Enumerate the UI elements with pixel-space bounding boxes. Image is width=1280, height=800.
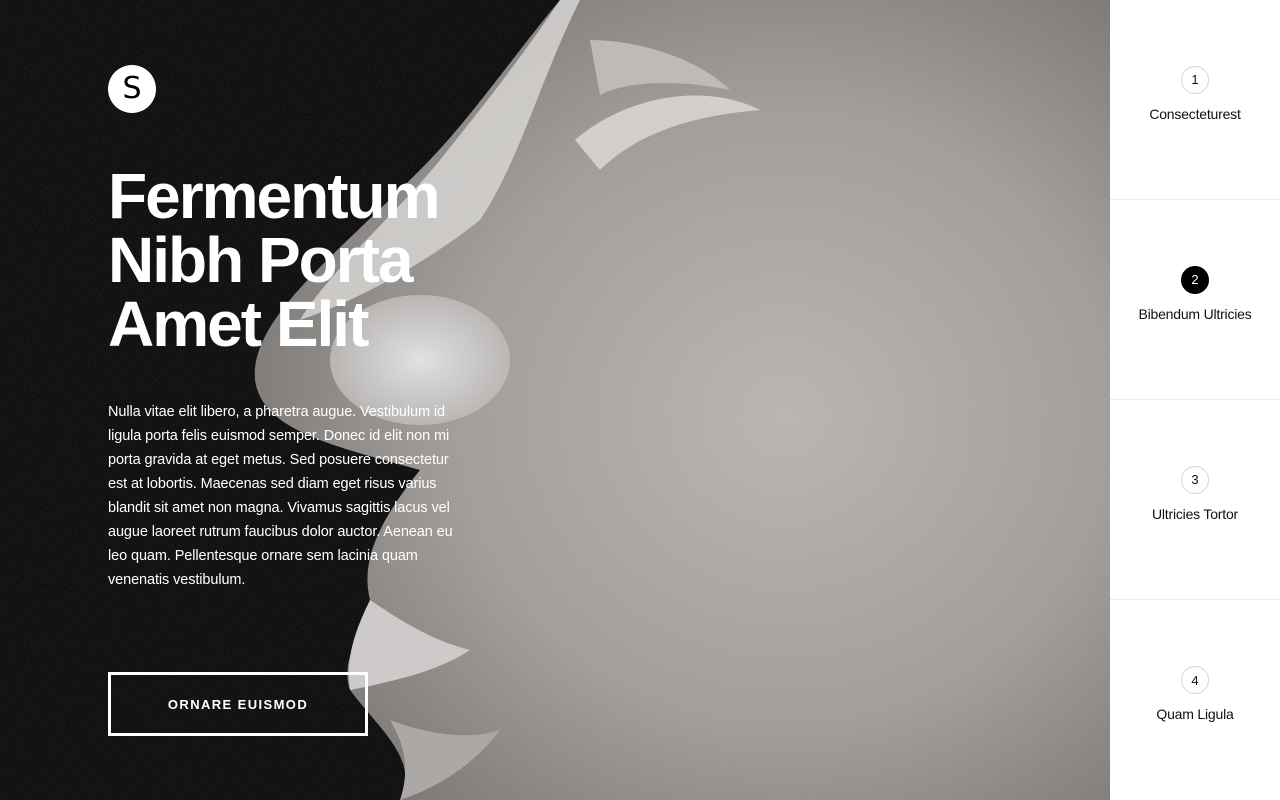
- step-item-2[interactable]: 2 Bibendum Ultricies: [1110, 200, 1280, 400]
- logo-letter: S: [122, 71, 142, 106]
- headline-line-2: Nibh Porta: [108, 224, 414, 296]
- step-label: Quam Ligula: [1156, 706, 1234, 722]
- hero-section: S Fermentum Nibh Porta Amet Elit Nulla v…: [0, 0, 1110, 800]
- hero-headline: Fermentum Nibh Porta Amet Elit: [108, 164, 528, 356]
- step-item-1[interactable]: 1 Consecteturest: [1110, 0, 1280, 200]
- step-number: 1: [1181, 65, 1209, 94]
- step-label: Ultricies Tortor: [1151, 505, 1238, 522]
- ornare-euismod-button[interactable]: ORNARE EUISMOD: [108, 672, 368, 736]
- step-label: Bibendum Ultricies: [1138, 305, 1252, 322]
- step-number: 2: [1181, 265, 1209, 294]
- step-item-4[interactable]: 4 Quam Ligula: [1110, 600, 1280, 800]
- step-label: Consecteturest: [1149, 105, 1241, 122]
- step-item-3[interactable]: 3 Ultricies Tortor: [1110, 400, 1280, 600]
- step-number: 3: [1181, 465, 1209, 494]
- step-number: 4: [1181, 666, 1209, 694]
- headline-line-3: Amet Elit: [108, 288, 369, 360]
- hero-description: Nulla vitae elit libero, a pharetra augu…: [108, 404, 453, 588]
- brand-logo[interactable]: S: [108, 65, 156, 113]
- headline-line-1: Fermentum: [108, 160, 441, 232]
- steps-sidebar: 1 Consecteturest 2 Bibendum Ultricies 3 …: [1110, 0, 1280, 800]
